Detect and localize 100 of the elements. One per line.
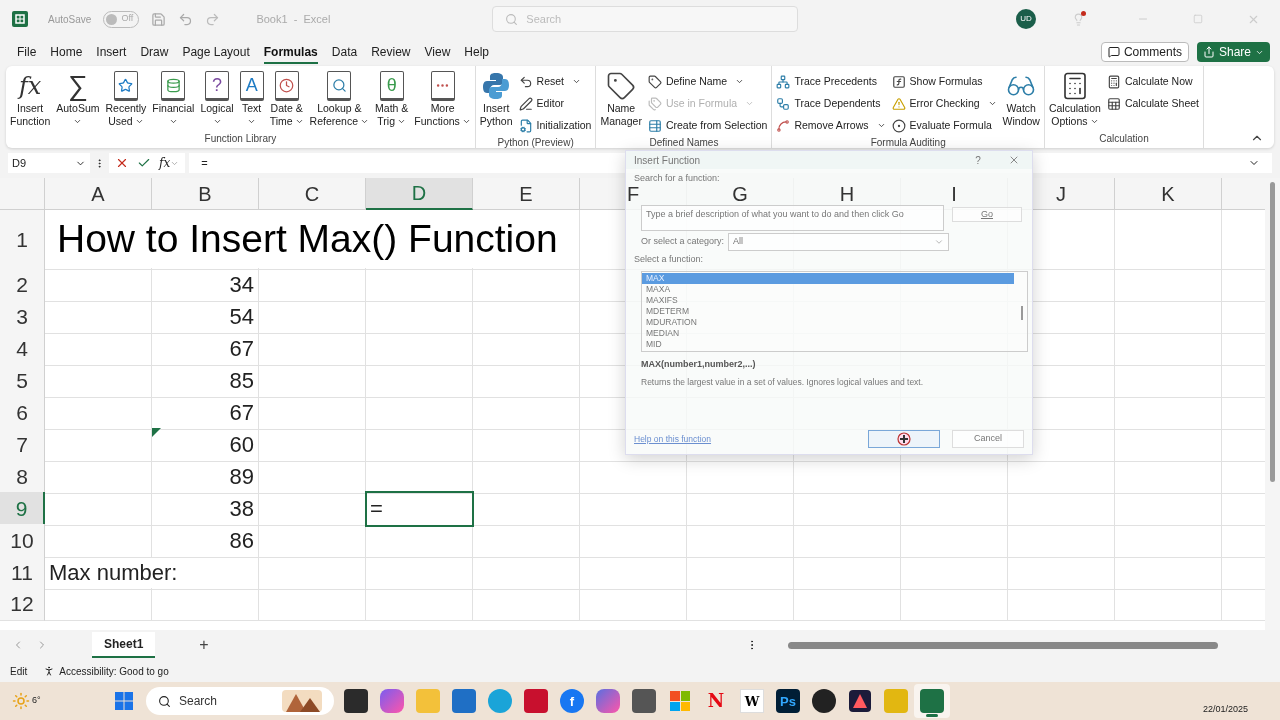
column-header[interactable]: H [839, 182, 855, 205]
ribbon-button[interactable]: Name Manager [598, 70, 644, 136]
row-header[interactable]: 5 [0, 364, 45, 398]
function-list-item[interactable]: MDURATION [642, 317, 1014, 328]
ribbon-button[interactable]: θ Math & Trig [373, 70, 411, 132]
search-label: Search for a function: [634, 172, 721, 185]
table-cell[interactable]: 54 [152, 300, 259, 334]
ribbon-button[interactable]: More Functions [412, 70, 473, 132]
table-cell[interactable]: How to Insert Max() Function [45, 210, 580, 270]
ribbon-button[interactable]: Evaluate Formula [891, 115, 997, 136]
temperature[interactable]: 6° [32, 694, 41, 708]
function-list-item[interactable]: MDETERM [642, 306, 1014, 317]
function-list-item[interactable]: MAXIFS [642, 295, 1014, 306]
menu-tab[interactable]: Data [324, 39, 365, 65]
table-cell[interactable]: = [366, 492, 473, 526]
row-header[interactable]: 3 [0, 300, 45, 334]
menu-tab[interactable]: Formulas [256, 39, 325, 65]
menu-tab[interactable]: Home [43, 39, 90, 65]
table-cell[interactable]: 34 [152, 268, 259, 302]
table-cell[interactable]: 89 [152, 460, 259, 494]
category-select[interactable]: All [728, 232, 950, 251]
row-header[interactable]: 1 [0, 210, 45, 270]
search-field[interactable]: Type a brief description of what you want to do and then click Go [641, 204, 944, 231]
sheet-tab[interactable]: Sheet1 [92, 632, 156, 658]
go-button[interactable]: Go [952, 206, 1022, 222]
function-list-item[interactable]: MEDIAN [642, 328, 1014, 339]
table-cell[interactable]: 67 [152, 396, 259, 430]
menu-tab[interactable]: View [417, 39, 458, 65]
ribbon-button[interactable]: ? Logical [198, 70, 236, 132]
menu-tab[interactable]: File [10, 39, 44, 65]
ribbon-button[interactable]: Trace Dependents [776, 93, 886, 114]
function-list-label: Select a function: [634, 252, 705, 266]
table-cell[interactable]: 86 [152, 524, 259, 558]
ribbon-button[interactable]: Create from Selection [647, 115, 768, 136]
row-header[interactable]: 6 [0, 396, 45, 430]
comments-button[interactable]: Comments [1100, 42, 1189, 62]
date[interactable]: 22/01/2025 [1202, 702, 1248, 716]
ribbon-button[interactable]: Financial [150, 70, 197, 132]
ribbon-button[interactable]: Calculate Sheet [1106, 93, 1200, 114]
function-list-item[interactable]: MID [642, 339, 1014, 350]
autosave-label: AutoSave [48, 12, 92, 27]
row-header[interactable]: 2 [0, 268, 45, 302]
ribbon-button[interactable]: Recently Used [103, 70, 149, 132]
ribbon-button[interactable]: Show Formulas [891, 71, 997, 92]
ribbon-button[interactable]: Trace Precedents [776, 71, 886, 92]
function-list-item[interactable]: MAXA [642, 284, 1014, 295]
row-header[interactable]: 8 [0, 460, 45, 494]
share-button[interactable]: Share [1196, 42, 1270, 62]
taskbar-search-field[interactable]: Search [146, 687, 334, 715]
ribbon-button[interactable]: Calculate Now [1106, 71, 1200, 92]
ribbon-button[interactable]: Date & Time [267, 70, 306, 132]
column-header[interactable]: C [304, 182, 320, 205]
account-avatar[interactable]: UD [1016, 9, 1036, 29]
function-icon: fx [18, 71, 42, 101]
column-header[interactable]: J [1056, 182, 1066, 205]
ribbon-button[interactable]: Remove Arrows [776, 115, 886, 136]
table-cell[interactable]: 60 [152, 428, 259, 462]
column-header[interactable]: A [91, 182, 105, 205]
row-header[interactable]: 9 [0, 492, 45, 526]
row-header[interactable]: 7 [0, 428, 45, 462]
ribbon-button[interactable]: Reset [518, 71, 592, 92]
group-label: Formula Auditing [870, 136, 946, 150]
ribbon-button[interactable]: Watch Window [1000, 70, 1042, 136]
column-header[interactable]: K [1161, 182, 1175, 205]
column-header[interactable]: I [951, 182, 957, 205]
menu-tab[interactable]: Help [457, 39, 496, 65]
table-cell[interactable]: 85 [152, 364, 259, 398]
ribbon-button[interactable]: A Text [237, 70, 266, 132]
ribbon-button[interactable]: Insert Python [477, 70, 515, 136]
accessibility-status[interactable]: Accessibility: Good to go [59, 663, 169, 679]
menu-tab[interactable]: Insert [89, 39, 134, 65]
ribbon-button[interactable]: Initialization [518, 115, 592, 136]
ribbon-button[interactable]: Error Checking [891, 93, 997, 114]
column-header[interactable]: G [732, 182, 748, 205]
table-cell[interactable]: 38 [152, 492, 259, 526]
row-header[interactable]: 10 [0, 524, 45, 558]
column-header[interactable]: E [519, 182, 533, 205]
column-header[interactable]: D [411, 182, 427, 204]
table-cell[interactable]: 67 [152, 332, 259, 366]
ribbon-button[interactable]: ∑ AutoSum [54, 70, 102, 132]
name-box[interactable]: D9 [8, 153, 90, 173]
row-header[interactable]: 11 [0, 556, 45, 590]
book-letter-icon: A [239, 71, 264, 101]
ribbon-button[interactable]: Define Name [647, 71, 768, 92]
row-header[interactable]: 12 [0, 588, 45, 621]
ribbon-button[interactable]: Calculation Options [1046, 70, 1103, 132]
group-label: Python (Preview) [497, 136, 574, 150]
menu-tab[interactable]: Review [364, 39, 418, 65]
menu-tab[interactable]: Page Layout [175, 39, 257, 65]
add-sheet-button[interactable]: + [199, 633, 209, 657]
column-header[interactable]: B [198, 182, 212, 205]
column-header[interactable]: F [626, 182, 640, 205]
menu-tab[interactable]: Draw [133, 39, 176, 65]
ribbon-button[interactable]: fx Insert Function [8, 70, 53, 132]
table-cell[interactable]: Max number: [45, 556, 259, 590]
cancel-button[interactable]: Cancel [952, 430, 1024, 448]
row-header[interactable]: 4 [0, 332, 45, 366]
help-button[interactable]: ? [968, 152, 988, 168]
ribbon-button[interactable]: Lookup & Reference [307, 70, 372, 132]
ribbon-button[interactable]: Editor [518, 93, 592, 114]
